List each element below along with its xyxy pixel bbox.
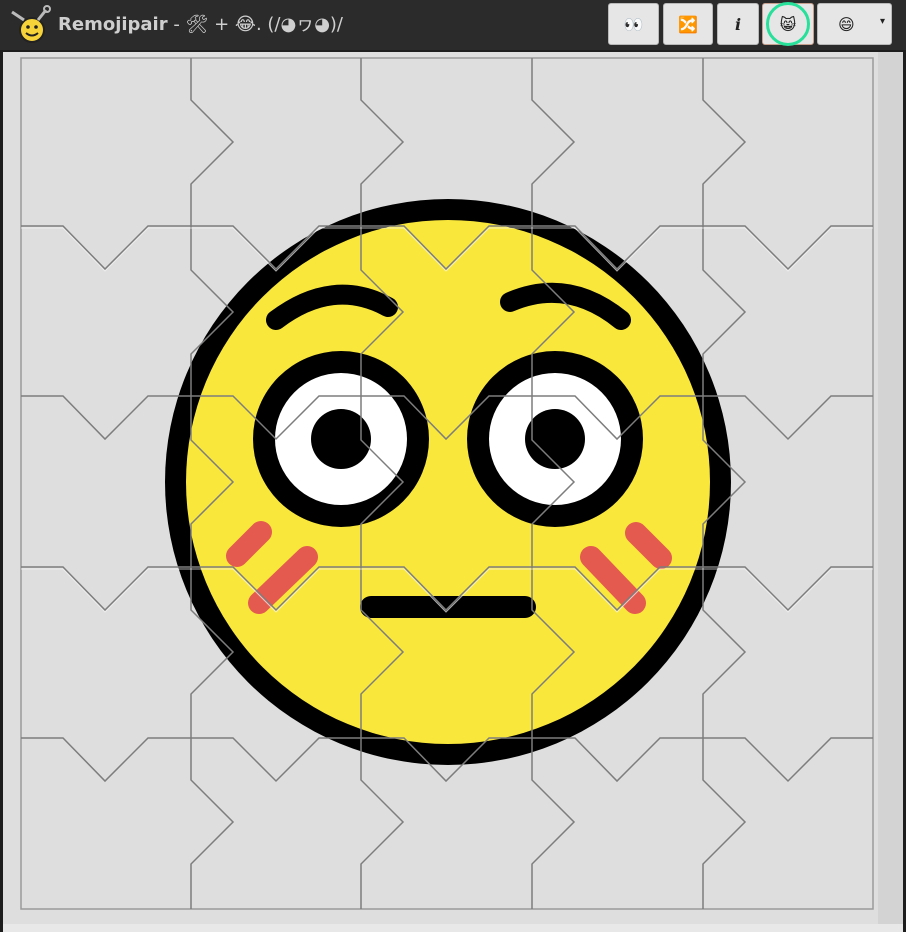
- peek-button[interactable]: 👀: [608, 3, 659, 45]
- top-bar: Remojipair - 🛠 + 😂. (/◕ヮ◕)/ 👀 🔀 i 😸 😄 ▾: [0, 0, 906, 50]
- horizontal-scrollbar[interactable]: [3, 924, 903, 932]
- puzzle-svg: [20, 57, 874, 910]
- grinning-face-icon: 😄: [838, 14, 855, 34]
- emoji-select-dropdown[interactable]: 😄 ▾: [817, 3, 892, 45]
- cat-button[interactable]: 😸: [762, 2, 814, 46]
- app-logo-icon: [8, 4, 52, 48]
- shuffle-button[interactable]: 🔀: [663, 3, 713, 45]
- flushed-face-image: [165, 199, 731, 765]
- puzzle-board[interactable]: [3, 52, 903, 924]
- vertical-scrollbar[interactable]: [878, 52, 903, 924]
- page-title: Remojipair - 🛠 + 😂. (/◕ヮ◕)/: [58, 14, 343, 36]
- eyes-icon: 👀: [623, 14, 644, 34]
- shuffle-icon: 🔀: [678, 14, 698, 34]
- cat-face-icon: 😸: [779, 14, 797, 34]
- chevron-down-icon: ▾: [879, 16, 885, 27]
- active-ring: 😸: [766, 2, 810, 46]
- info-button[interactable]: i: [717, 3, 759, 45]
- app-subtitle: - 🛠 + 😂. (/◕ヮ◕)/: [167, 14, 343, 35]
- info-icon: i: [734, 14, 742, 34]
- app-name: Remojipair: [58, 14, 168, 35]
